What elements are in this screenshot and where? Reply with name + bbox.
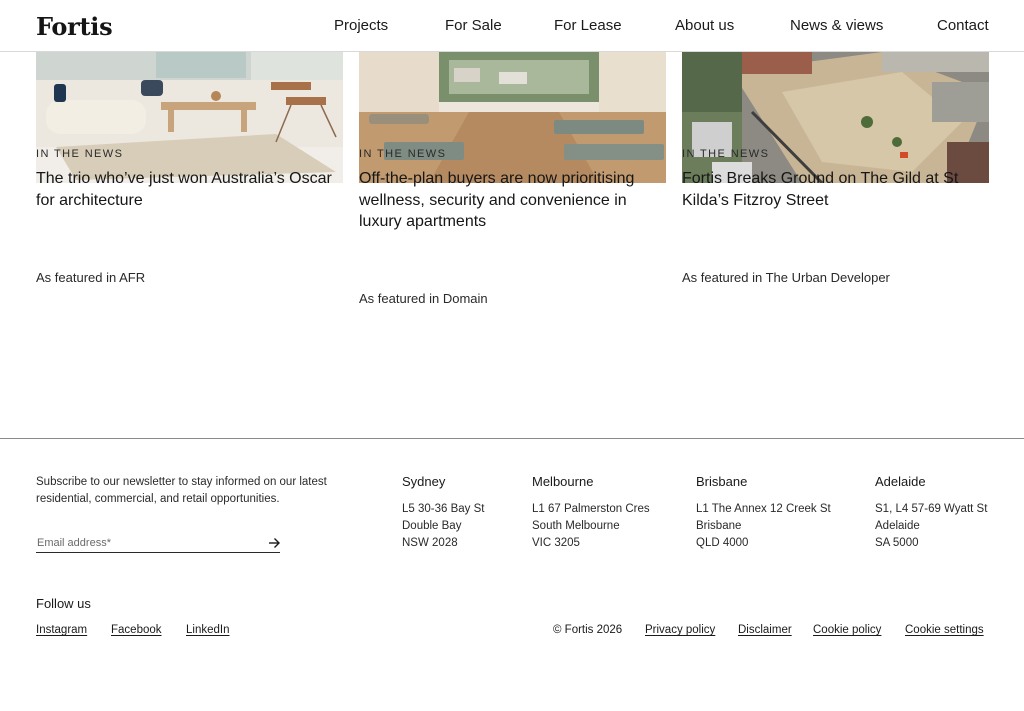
article-source: As featured in Domain	[359, 291, 488, 306]
office-address-line: L1 The Annex 12 Creek St	[696, 503, 831, 515]
living-room-image[interactable]	[36, 52, 343, 183]
wellness-room-image[interactable]	[359, 52, 666, 183]
article-source: As featured in The Urban Developer	[682, 270, 890, 285]
nav-contact[interactable]: Contact	[937, 17, 989, 34]
instagram-link[interactable]: Instagram	[36, 624, 87, 636]
office-address-line: Double Bay	[402, 520, 462, 532]
nav-for-lease[interactable]: For Lease	[554, 17, 622, 34]
office-brisbane: Brisbane L1 The Annex 12 Creek St Brisba…	[696, 474, 831, 552]
site-header: Fortis Projects For Sale For Lease About…	[0, 0, 1024, 52]
office-address-line: Adelaide	[875, 520, 920, 532]
linkedin-link[interactable]: LinkedIn	[186, 624, 229, 636]
office-city: Brisbane	[696, 474, 748, 489]
cookie-policy-link[interactable]: Cookie policy	[813, 624, 881, 636]
nav-projects[interactable]: Projects	[334, 17, 388, 34]
office-address-line: NSW 2028	[402, 537, 458, 549]
copyright-text: © Fortis 2026	[553, 624, 623, 636]
office-melbourne: Melbourne L1 67 Palmerston Cres South Me…	[532, 474, 650, 552]
office-city: Melbourne	[532, 474, 594, 489]
office-city: Sydney	[402, 474, 446, 489]
office-address-line: L1 67 Palmerston Cres	[532, 503, 650, 515]
article-kicker: IN THE NEWS	[682, 148, 770, 160]
office-adelaide: Adelaide S1, L4 57-69 Wyatt St Adelaide …	[875, 474, 987, 552]
cookie-settings-link[interactable]: Cookie settings	[905, 624, 984, 636]
disclaimer-link[interactable]: Disclaimer	[738, 624, 792, 636]
main-nav: Projects For Sale For Lease About us New…	[0, 17, 1024, 37]
footer-divider	[0, 438, 1024, 439]
newsletter-description: Subscribe to our newsletter to stay info…	[36, 476, 327, 505]
office-city: Adelaide	[875, 474, 926, 489]
article-title[interactable]: The trio who’ve just won Australia’s Osc…	[36, 168, 341, 211]
office-address-line: QLD 4000	[696, 537, 749, 549]
email-field[interactable]: Email address*	[36, 536, 280, 553]
article-card-architecture[interactable]	[36, 52, 343, 183]
article-source: As featured in AFR	[36, 270, 146, 285]
office-address-line: SA 5000	[875, 537, 919, 549]
facebook-link[interactable]: Facebook	[111, 624, 162, 636]
article-card-wellness[interactable]	[359, 52, 666, 183]
article-title[interactable]: Fortis Breaks Ground on The Gild at St K…	[682, 168, 987, 211]
nav-news-views[interactable]: News & views	[790, 17, 883, 34]
article-title[interactable]: Off-the-plan buyers are now prioritising…	[359, 168, 664, 233]
follow-us-label: Follow us	[36, 596, 91, 611]
construction-site-image[interactable]	[682, 52, 989, 183]
article-kicker: IN THE NEWS	[36, 148, 124, 160]
office-address-line: Brisbane	[696, 520, 742, 532]
privacy-policy-link[interactable]: Privacy policy	[645, 624, 715, 636]
office-sydney: Sydney L5 30-36 Bay St Double Bay NSW 20…	[402, 474, 484, 552]
article-kicker: IN THE NEWS	[359, 148, 447, 160]
office-address-line: South Melbourne	[532, 520, 620, 532]
email-placeholder: Email address*	[37, 537, 111, 549]
office-address-line: S1, L4 57-69 Wyatt St	[875, 503, 988, 515]
article-card-gild[interactable]	[682, 52, 989, 183]
nav-for-sale[interactable]: For Sale	[445, 17, 502, 34]
office-address-line: L5 30-36 Bay St	[402, 503, 485, 515]
office-address-line: VIC 3205	[532, 537, 580, 549]
nav-about-us[interactable]: About us	[675, 17, 734, 34]
arrow-right-icon[interactable]	[268, 536, 280, 548]
